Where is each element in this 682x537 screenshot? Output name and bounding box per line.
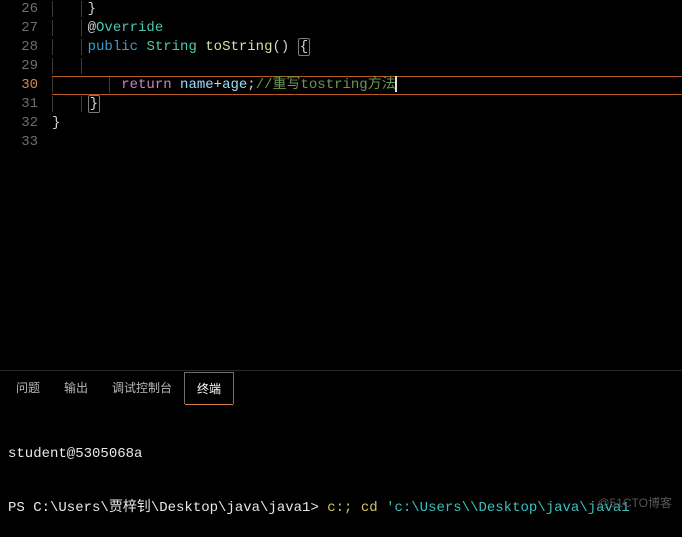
code-line[interactable] [52,133,682,152]
line-number: 26 [0,0,38,19]
code-area[interactable]: } @Override public String toString() { r… [52,0,682,370]
line-number: 28 [0,38,38,57]
line-number: 33 [0,133,38,152]
code-line-current[interactable]: return name+age;//重写tostring方法 [52,76,682,95]
line-number: 29 [0,57,38,76]
code-line[interactable]: @Override [52,19,682,38]
terminal-pane[interactable]: student@5305068a PS C:\Users\贾梓钊\Desktop… [0,403,682,537]
tab-debug-console[interactable]: 调试控制台 [100,371,184,403]
tab-problems[interactable]: 问题 [4,371,52,403]
panel-tabs: 问题 输出 调试控制台 终端 [0,371,682,403]
tab-terminal[interactable]: 终端 [184,372,234,404]
bottom-panel: 问题 输出 调试控制台 终端 student@5305068a PS C:\Us… [0,370,682,537]
line-number: 31 [0,95,38,114]
line-number: 32 [0,114,38,133]
terminal-line: student@5305068a [8,445,674,463]
tab-output[interactable]: 输出 [52,371,100,403]
line-number-current: 30 [0,76,38,95]
code-line[interactable]: } [52,114,682,133]
code-line[interactable]: } [52,95,682,114]
line-number-gutter: 26 27 28 29 30 31 32 33 [0,0,52,370]
code-line[interactable] [52,57,682,76]
terminal-line: PS C:\Users\贾梓钊\Desktop\java\java1> c:; … [8,499,674,517]
brace-match-open: { [298,38,310,56]
code-line[interactable]: } [52,0,682,19]
text-cursor [395,76,397,92]
brace-match-close: } [88,95,100,113]
line-number: 27 [0,19,38,38]
code-line[interactable]: public String toString() { [52,38,682,57]
code-editor[interactable]: 26 27 28 29 30 31 32 33 } @Override publ… [0,0,682,370]
